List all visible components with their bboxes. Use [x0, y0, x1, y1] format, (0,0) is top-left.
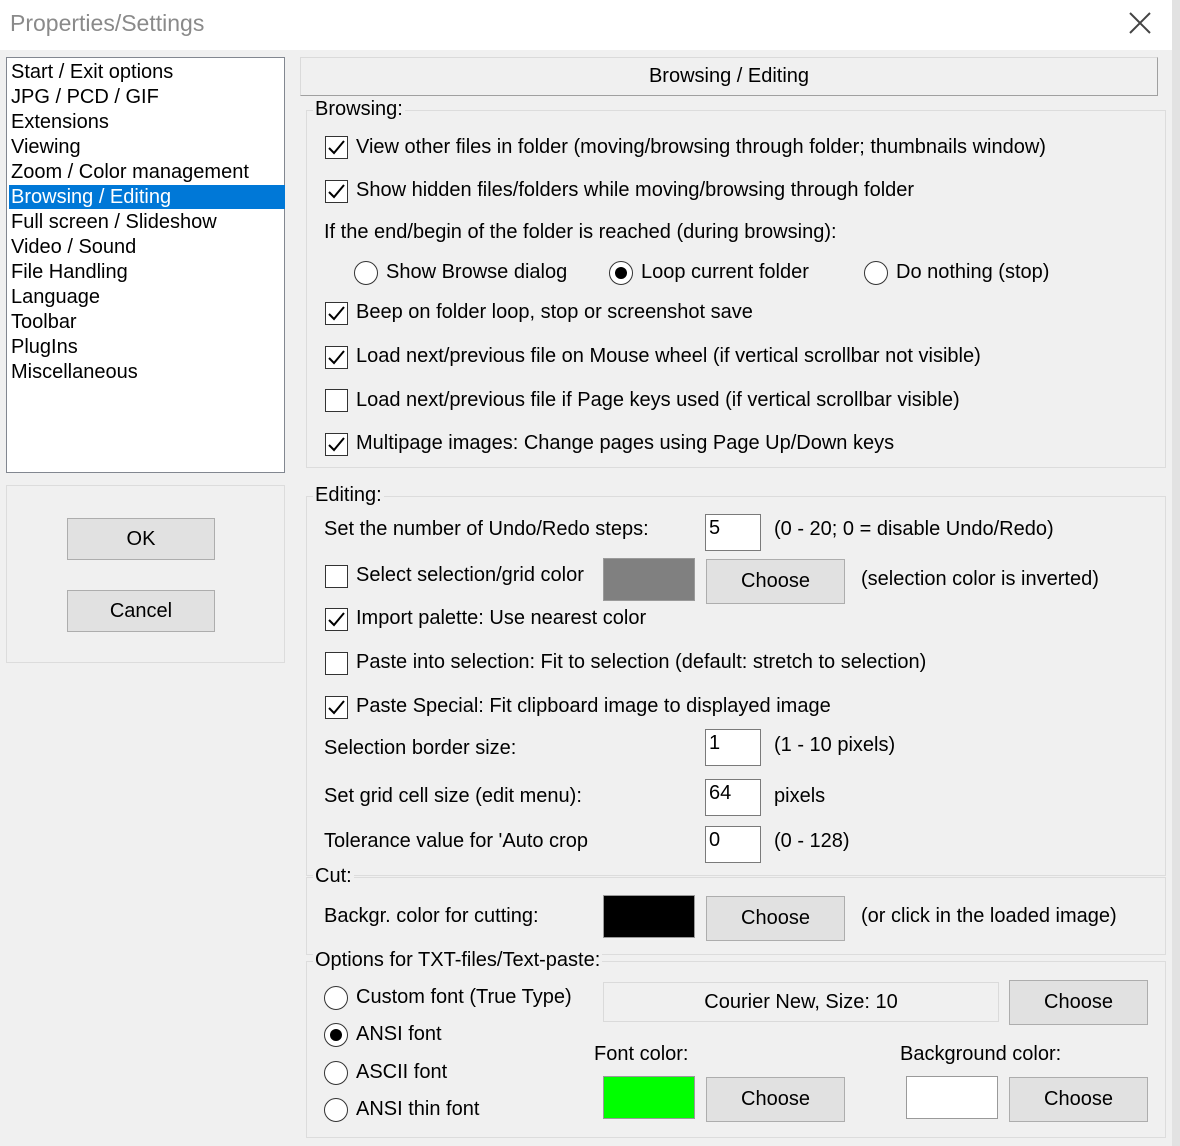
ascii-font-radio[interactable]: [324, 1061, 348, 1085]
undo-steps-hint: (0 - 20; 0 = disable Undo/Redo): [774, 518, 1054, 540]
editing-group-label: Editing:: [313, 484, 384, 507]
browsing-group-label: Browsing:: [313, 98, 405, 121]
font-color-label: Font color:: [594, 1043, 689, 1065]
border-size-label: Selection border size:: [324, 737, 517, 759]
window-title: Properties/Settings: [10, 10, 205, 36]
cut-bg-color-swatch: [603, 895, 695, 938]
category-item-toolbar[interactable]: Toolbar: [9, 310, 285, 334]
category-item-language[interactable]: Language: [9, 285, 285, 309]
choose-background-color-button[interactable]: Choose: [1009, 1077, 1148, 1122]
tolerance-hint: (0 - 128): [774, 830, 850, 852]
ansi-font-label: ANSI font: [356, 1023, 442, 1045]
category-list[interactable]: Start / Exit options JPG / PCD / GIF Ext…: [6, 57, 285, 473]
grid-size-hint: pixels: [774, 785, 826, 807]
show-browse-dialog-label: Show Browse dialog: [386, 261, 568, 283]
ansi-thin-font-label: ANSI thin font: [356, 1098, 480, 1120]
selection-color-hint: (selection color is inverted): [861, 568, 1099, 590]
category-item-file-handling[interactable]: File Handling: [9, 260, 285, 284]
custom-font-radio[interactable]: [324, 986, 348, 1010]
paste-special-checkbox[interactable]: [325, 696, 348, 719]
page-keys-label: Load next/previous file if Page keys use…: [356, 389, 960, 411]
txt-options-group-label: Options for TXT-files/Text-paste:: [313, 949, 603, 972]
show-browse-dialog-radio[interactable]: [354, 261, 378, 285]
browsing-group: [306, 110, 1166, 468]
ansi-font-radio[interactable]: [324, 1023, 348, 1047]
cut-group-label: Cut:: [313, 865, 354, 888]
category-item-jpg-pcd-gif[interactable]: JPG / PCD / GIF: [9, 85, 285, 109]
font-display: Courier New, Size: 10: [603, 982, 999, 1022]
border-size-hint: (1 - 10 pixels): [774, 734, 896, 756]
category-item-extensions[interactable]: Extensions: [9, 110, 285, 134]
custom-font-label: Custom font (True Type): [356, 986, 572, 1008]
do-nothing-radio[interactable]: [864, 261, 888, 285]
cut-bg-color-label: Backgr. color for cutting:: [324, 905, 539, 927]
undo-steps-label: Set the number of Undo/Redo steps:: [324, 518, 649, 540]
tolerance-label: Tolerance value for 'Auto crop: [324, 830, 588, 852]
background-color-label: Background color:: [900, 1043, 1062, 1065]
end-folder-text: If the end/begin of the folder is reache…: [324, 221, 837, 243]
choose-font-color-button[interactable]: Choose: [706, 1077, 845, 1122]
selection-color-swatch: [603, 558, 695, 601]
ok-button[interactable]: OK: [67, 518, 215, 560]
font-color-swatch: [603, 1076, 695, 1119]
choose-font-button[interactable]: Choose: [1009, 980, 1148, 1025]
category-item-video-sound[interactable]: Video / Sound: [9, 235, 285, 259]
import-palette-checkbox[interactable]: [325, 608, 348, 631]
ansi-thin-font-radio[interactable]: [324, 1098, 348, 1122]
tolerance-input[interactable]: 0: [705, 826, 761, 863]
category-item-start-exit[interactable]: Start / Exit options: [9, 60, 285, 84]
selection-color-checkbox[interactable]: [325, 565, 348, 588]
beep-checkbox[interactable]: [325, 302, 348, 325]
mouse-wheel-checkbox[interactable]: [325, 346, 348, 369]
view-other-files-checkbox[interactable]: [325, 136, 348, 159]
show-hidden-label: Show hidden files/folders while moving/b…: [356, 179, 915, 201]
paste-special-label: Paste Special: Fit clipboard image to di…: [356, 695, 831, 717]
beep-label: Beep on folder loop, stop or screenshot …: [356, 301, 753, 323]
multipage-checkbox[interactable]: [325, 433, 348, 456]
close-icon[interactable]: [1124, 6, 1156, 40]
border-size-input[interactable]: 1: [705, 729, 761, 766]
choose-selection-color-button[interactable]: Choose: [706, 559, 845, 604]
grid-size-input[interactable]: 64: [705, 779, 761, 816]
cut-hint: (or click in the loaded image): [861, 905, 1117, 927]
paste-into-selection-checkbox[interactable]: [325, 652, 348, 675]
cancel-button[interactable]: Cancel: [67, 590, 215, 632]
multipage-label: Multipage images: Change pages using Pag…: [356, 432, 895, 454]
category-item-plugins[interactable]: PlugIns: [9, 335, 285, 359]
view-other-files-label: View other files in folder (moving/brows…: [356, 136, 1046, 158]
background-color-swatch: [906, 1076, 998, 1119]
category-item-fullscreen-slideshow[interactable]: Full screen / Slideshow: [9, 210, 285, 234]
page-keys-checkbox[interactable]: [325, 389, 348, 412]
category-item-viewing[interactable]: Viewing: [9, 135, 285, 159]
choose-cut-color-button[interactable]: Choose: [706, 896, 845, 941]
show-hidden-checkbox[interactable]: [325, 180, 348, 203]
editing-group: [306, 496, 1166, 876]
window-edge: [1172, 0, 1180, 1146]
import-palette-label: Import palette: Use nearest color: [356, 607, 647, 629]
grid-size-label: Set grid cell size (edit menu):: [324, 785, 582, 807]
category-item-miscellaneous[interactable]: Miscellaneous: [9, 360, 285, 384]
category-item-zoom-color[interactable]: Zoom / Color management: [9, 160, 285, 184]
undo-steps-input[interactable]: 5: [705, 514, 761, 551]
mouse-wheel-label: Load next/previous file on Mouse wheel (…: [356, 345, 981, 367]
paste-into-selection-label: Paste into selection: Fit to selection (…: [356, 651, 927, 673]
loop-current-folder-label: Loop current folder: [641, 261, 809, 283]
loop-current-folder-radio[interactable]: [609, 261, 633, 285]
do-nothing-label: Do nothing (stop): [896, 261, 1050, 283]
dialog-buttons-panel: OK Cancel: [6, 485, 285, 663]
selection-color-label: Select selection/grid color: [356, 564, 584, 586]
ascii-font-label: ASCII font: [356, 1061, 448, 1083]
category-item-browsing-editing[interactable]: Browsing / Editing: [9, 185, 285, 209]
page-title: Browsing / Editing: [300, 57, 1158, 96]
